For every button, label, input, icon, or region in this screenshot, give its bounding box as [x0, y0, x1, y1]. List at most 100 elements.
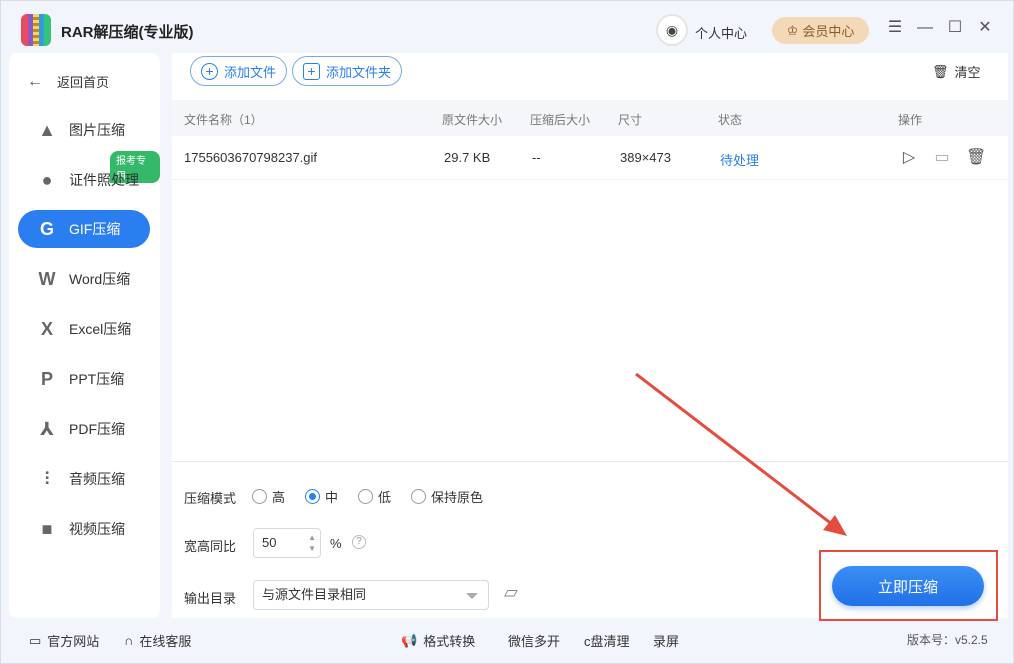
- ratio-input[interactable]: 50 ▲ ▼: [253, 528, 321, 558]
- mode-low-radio[interactable]: 低: [358, 487, 391, 506]
- radio-dot: [411, 489, 426, 504]
- sidebar-item-image[interactable]: ▲ 图片压缩: [18, 111, 150, 149]
- back-home-label: 返回首页: [57, 75, 110, 90]
- open-folder-icon[interactable]: ▱: [504, 582, 518, 603]
- sidebar-item-excel[interactable]: X Excel压缩: [18, 310, 150, 348]
- radio-label: 中: [325, 490, 339, 505]
- folder-plus-icon: +: [303, 62, 320, 80]
- sidebar-item-pdf[interactable]: ⅄ PDF压缩: [18, 410, 150, 448]
- service-label: 在线客服: [139, 634, 192, 649]
- monitor-icon: ▭: [29, 632, 42, 648]
- person-icon: ●: [41, 169, 53, 190]
- col-comp-size: 压缩后大小: [530, 113, 591, 127]
- output-label: 输出目录: [184, 591, 237, 606]
- service-link[interactable]: ∩ 在线客服: [124, 631, 191, 650]
- compress-now-button[interactable]: 立即压缩: [832, 566, 984, 606]
- help-icon[interactable]: ?: [352, 535, 366, 549]
- record-link[interactable]: 录屏: [653, 631, 679, 650]
- sidebar-item-label: Word压缩: [69, 271, 131, 287]
- headset-icon: ∩: [124, 633, 134, 648]
- arrow-left-icon: ←: [27, 72, 43, 90]
- add-folder-button[interactable]: + 添加文件夹: [292, 56, 403, 86]
- ratio-value: 50: [262, 535, 277, 550]
- trash-icon: 🗑: [932, 63, 949, 79]
- add-file-button[interactable]: + 添加文件: [190, 56, 288, 86]
- video-icon: ■: [41, 518, 53, 539]
- sidebar-item-label: 证件照处理: [69, 172, 139, 188]
- main-panel: + 添加文件 + 添加文件夹 🗑 清空 文件名称（1） 原文件大小 压缩后大小 …: [172, 53, 1008, 621]
- app-title: RAR解压缩(专业版): [61, 24, 194, 41]
- table-row[interactable]: 1755603670798237.gif 29.7 KB -- 389×473 …: [172, 136, 1008, 180]
- sidebar-item-label: 图片压缩: [69, 122, 125, 138]
- col-dims: 尺寸: [618, 113, 643, 127]
- sidebar-item-label: GIF压缩: [69, 221, 121, 237]
- play-icon[interactable]: ▷: [899, 148, 919, 168]
- maximize-icon[interactable]: ☐: [946, 19, 964, 37]
- radio-dot: [252, 489, 267, 504]
- col-orig-size: 原文件大小: [442, 113, 503, 127]
- sidebar-item-ppt[interactable]: P PPT压缩: [18, 360, 150, 398]
- menu-icon[interactable]: ☰: [886, 19, 904, 37]
- website-link[interactable]: ▭ 官方网站: [29, 631, 99, 650]
- radio-label: 高: [272, 490, 286, 505]
- add-file-label: 添加文件: [224, 64, 277, 80]
- folder-icon[interactable]: ▭: [932, 148, 952, 168]
- vip-center-button[interactable]: ♔ 会员中心: [772, 17, 869, 44]
- sidebar-item-audio[interactable]: ⫶ 音频压缩: [18, 460, 150, 498]
- table-header: 文件名称（1） 原文件大小 压缩后大小 尺寸 状态 操作: [172, 100, 1008, 136]
- format-convert-link[interactable]: 📢 格式转换: [401, 631, 475, 650]
- sidebar-item-word[interactable]: W Word压缩: [18, 260, 150, 298]
- user-center-link[interactable]: 个人中心: [695, 23, 747, 42]
- col-ops: 操作: [898, 113, 923, 127]
- version-text: 版本号：v5.2.5: [907, 633, 988, 647]
- vip-center-label: 会员中心: [802, 24, 855, 39]
- pdf-icon: ⅄: [40, 418, 54, 439]
- settings-panel: 压缩模式 高 中 低 保持原色 宽高同比 50 ▲ ▼ % ? 输出目录 与源文件…: [172, 461, 1008, 621]
- format-label: 格式转换: [423, 634, 476, 649]
- minimize-icon[interactable]: —: [916, 19, 934, 37]
- clear-label: 清空: [954, 65, 981, 80]
- website-label: 官方网站: [47, 634, 100, 649]
- mode-original-radio[interactable]: 保持原色: [411, 487, 483, 506]
- col-status: 状态: [718, 113, 743, 127]
- crown-icon: ♔: [786, 22, 799, 38]
- dims: 389×473: [620, 150, 671, 165]
- mode-medium-radio[interactable]: 中: [305, 487, 338, 506]
- radio-label: 低: [378, 490, 392, 505]
- add-folder-label: 添加文件夹: [326, 64, 392, 80]
- spinner-icon[interactable]: ▲ ▼: [308, 532, 316, 554]
- footer-bar: ▭ 官方网站 ∩ 在线客服 📢 格式转换 微信多开 c盘清理 录屏 版本号：v5.2.…: [1, 621, 1013, 657]
- output-dir-select[interactable]: 与源文件目录相同: [253, 580, 489, 610]
- output-dir-value: 与源文件目录相同: [262, 587, 367, 602]
- sidebar: ← 返回首页 ▲ 图片压缩 报考专用 ● 证件照处理 G GIF压缩 W Wor…: [9, 53, 160, 618]
- app-logo-icon: [21, 14, 51, 46]
- sidebar-item-label: Excel压缩: [69, 321, 132, 337]
- radio-dot: [305, 489, 320, 504]
- comp-size: --: [532, 150, 541, 165]
- image-icon: ▲: [38, 119, 56, 140]
- avatar[interactable]: ◉: [656, 14, 688, 46]
- chevron-down-icon: [466, 593, 478, 599]
- sidebar-item-label: 音频压缩: [69, 471, 125, 487]
- delete-icon[interactable]: 🗑: [966, 148, 986, 168]
- megaphone-icon: 📢: [401, 632, 418, 648]
- back-home-button[interactable]: ← 返回首页: [27, 72, 109, 91]
- radio-label: 保持原色: [431, 490, 484, 505]
- sidebar-item-id-photo[interactable]: ● 证件照处理: [18, 161, 150, 199]
- wechat-link[interactable]: 微信多开: [508, 631, 560, 650]
- cdisk-link[interactable]: c盘清理: [584, 631, 630, 650]
- app-window: RAR解压缩(专业版) ◉ 个人中心 ♔ 会员中心 ☰ — ☐ ✕ ← 返回首页…: [0, 0, 1014, 664]
- audio-icon: ⫶: [44, 468, 50, 489]
- sidebar-item-video[interactable]: ■ 视频压缩: [18, 510, 150, 548]
- mode-high-radio[interactable]: 高: [252, 487, 285, 506]
- mode-label: 压缩模式: [184, 491, 237, 506]
- orig-size: 29.7 KB: [444, 150, 491, 165]
- status-text: 待处理: [720, 153, 760, 168]
- clear-button[interactable]: 🗑 清空: [932, 62, 981, 81]
- sidebar-item-label: 视频压缩: [69, 521, 125, 537]
- ratio-label: 宽高同比: [184, 539, 237, 554]
- sidebar-item-gif[interactable]: G GIF压缩: [18, 210, 150, 248]
- gif-icon: G: [39, 218, 54, 239]
- close-icon[interactable]: ✕: [976, 19, 994, 37]
- file-name: 1755603670798237.gif: [184, 150, 318, 165]
